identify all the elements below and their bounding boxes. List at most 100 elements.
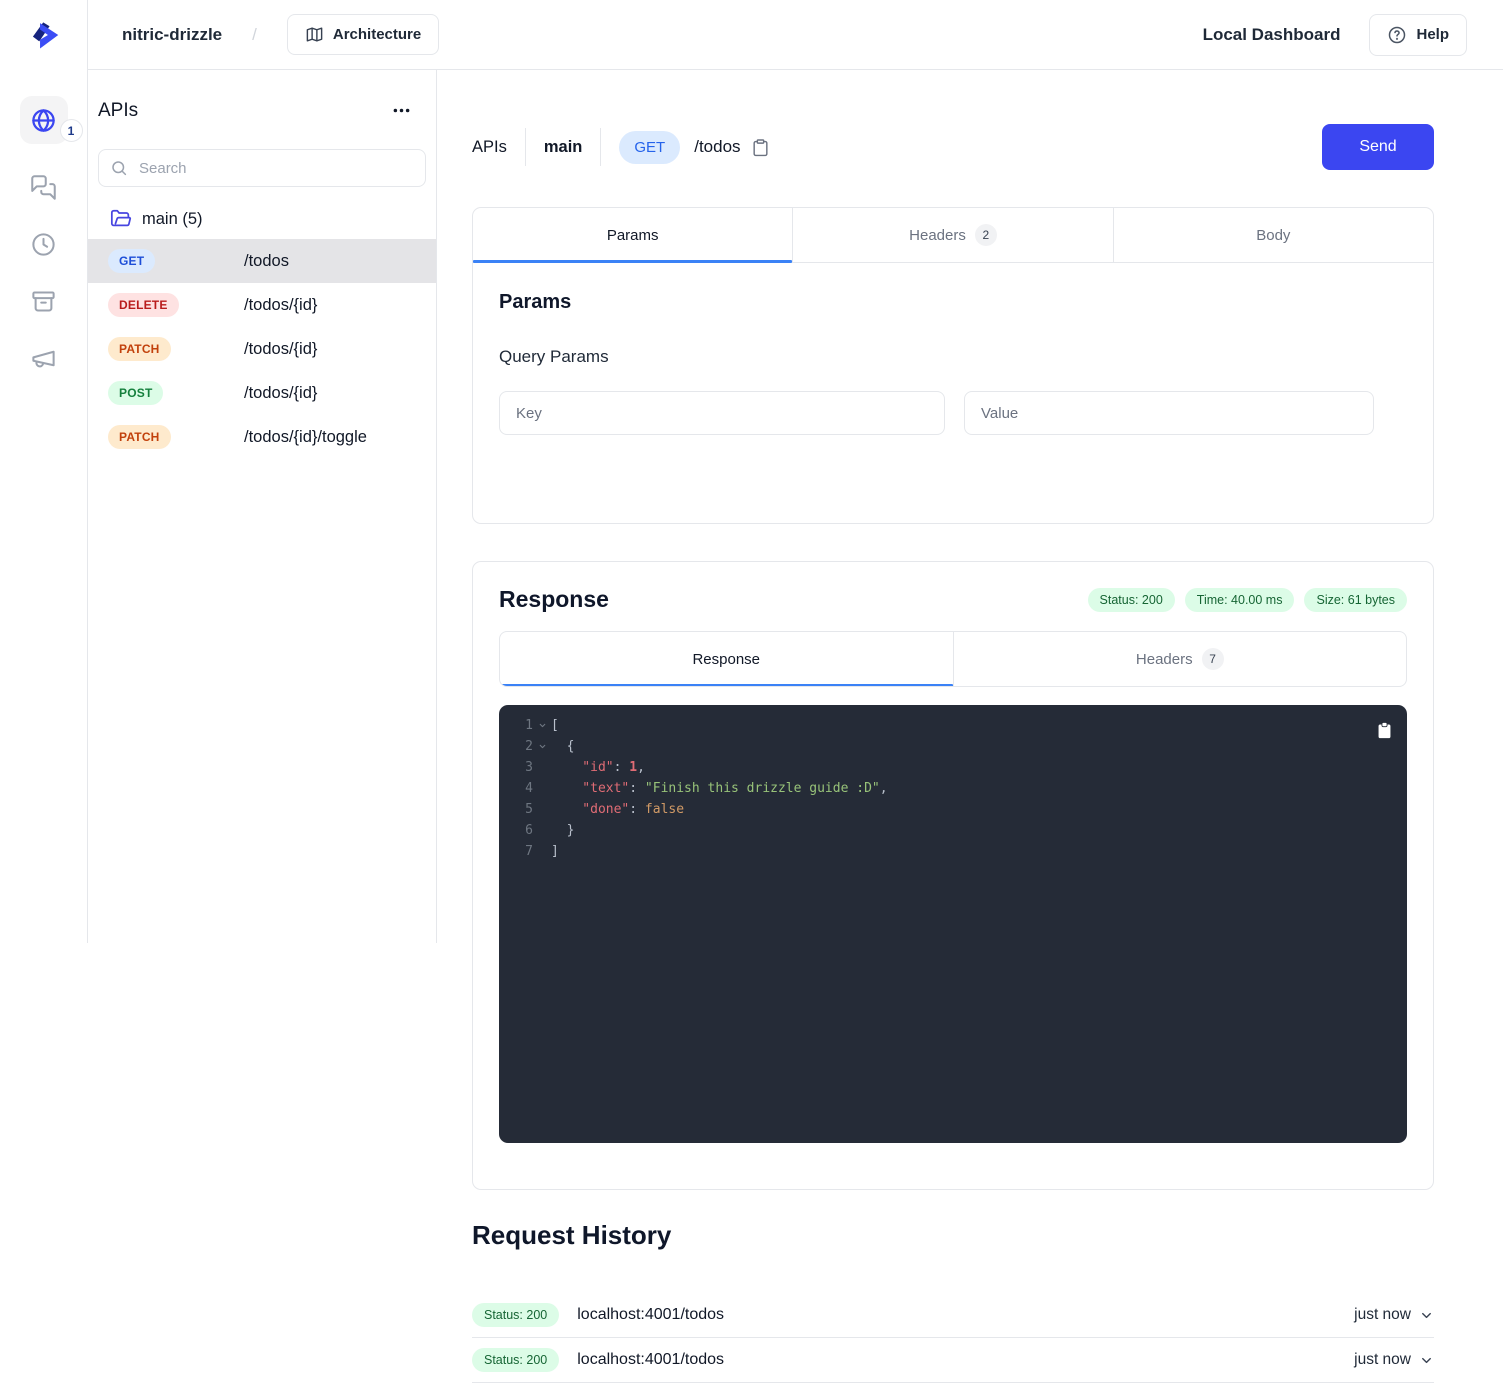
copy-response-button[interactable] — [1376, 721, 1393, 740]
rail-item-chat[interactable] — [30, 174, 57, 201]
tab-response-headers[interactable]: Headers 7 — [953, 632, 1407, 686]
endpoint-path: /todos — [244, 252, 289, 271]
tab-label: Headers — [909, 227, 966, 244]
query-key-input[interactable] — [499, 391, 945, 435]
nitric-logo — [0, 0, 87, 70]
response-heading: Response — [499, 586, 609, 613]
history-time: just now — [1354, 1351, 1411, 1369]
method-badge: GET — [108, 249, 155, 273]
method-badge: POST — [108, 381, 163, 405]
code-line: 4 "text": "Finish this drizzle guide :D"… — [499, 778, 1407, 799]
endpoint-row-patch-todos-id[interactable]: PATCH /todos/{id} — [88, 327, 436, 371]
nitric-logo-icon — [25, 16, 63, 54]
api-folder-label: main (5) — [142, 210, 203, 229]
clipboard-icon — [751, 138, 770, 157]
request-method-badge: GET — [619, 131, 680, 164]
rail-nav: 1 — [20, 96, 68, 372]
chevron-down-icon[interactable] — [1419, 1353, 1434, 1368]
api-folder-main[interactable]: main (5) — [88, 199, 436, 239]
fold-chevron-icon[interactable] — [533, 736, 551, 757]
breadcrumb-separator: / — [252, 25, 257, 45]
line-number: 4 — [511, 778, 533, 799]
response-headers-count-badge: 7 — [1202, 648, 1224, 670]
code-line: 1 [ — [499, 715, 1407, 736]
tab-label: Body — [1256, 227, 1290, 244]
request-card: Params Headers 2 Body Params Query Param… — [472, 207, 1434, 524]
divider — [600, 128, 601, 166]
line-number: 2 — [511, 736, 533, 757]
help-circle-icon — [1387, 25, 1407, 45]
history-time: just now — [1354, 1306, 1411, 1324]
request-path: /todos — [694, 137, 740, 157]
dashboard-title: Local Dashboard — [1203, 25, 1341, 45]
tab-label: Params — [607, 227, 659, 244]
endpoint-row-delete-todos-id[interactable]: DELETE /todos/{id} — [88, 283, 436, 327]
apis-panel-title: APIs — [98, 100, 138, 122]
line-number: 6 — [511, 820, 533, 841]
code-line: 7 ] — [499, 841, 1407, 862]
fold-chevron-icon[interactable] — [533, 715, 551, 736]
request-history-heading: Request History — [472, 1220, 1434, 1251]
clock-icon — [30, 231, 57, 258]
apis-panel: APIs main — [88, 70, 437, 943]
request-tabs: Params Headers 2 Body — [473, 208, 1433, 263]
method-badge: DELETE — [108, 293, 179, 317]
chevron-down-icon[interactable] — [1419, 1308, 1434, 1323]
rail-item-schedules[interactable] — [30, 231, 57, 258]
history-url: localhost:4001/todos — [577, 1306, 724, 1324]
code-line: 6 } — [499, 820, 1407, 841]
megaphone-icon — [30, 345, 57, 372]
endpoint-row-get-todos[interactable]: GET /todos — [88, 239, 436, 283]
chat-bubbles-icon — [30, 174, 57, 201]
rail-item-storage[interactable] — [30, 288, 57, 315]
code-line: 5 "done": false — [499, 799, 1407, 820]
rail-item-apis[interactable]: 1 — [20, 96, 68, 144]
architecture-button[interactable]: Architecture — [287, 14, 439, 55]
history-status-badge: Status: 200 — [472, 1303, 559, 1327]
history-status-badge: Status: 200 — [472, 1348, 559, 1372]
history-row[interactable]: Status: 200 localhost:4001/todos just no… — [472, 1338, 1434, 1383]
endpoint-row-patch-todos-id-toggle[interactable]: PATCH /todos/{id}/toggle — [88, 415, 436, 459]
history-row[interactable]: Status: 200 localhost:4001/todos just no… — [472, 1293, 1434, 1338]
tab-label: Headers — [1136, 651, 1193, 668]
query-value-input[interactable] — [964, 391, 1374, 435]
endpoint-list: GET /todos DELETE /todos/{id} PATCH /tod… — [88, 239, 436, 459]
endpoint-path: /todos/{id}/toggle — [244, 428, 367, 447]
breadcrumb-api-name: main — [544, 138, 583, 157]
send-button[interactable]: Send — [1322, 124, 1434, 170]
copy-icon — [1376, 721, 1393, 740]
tab-response[interactable]: Response — [500, 632, 953, 686]
search-icon — [110, 159, 128, 177]
code-line: 3 "id": 1, — [499, 757, 1407, 778]
copy-path-button[interactable] — [751, 138, 770, 157]
method-badge: PATCH — [108, 337, 171, 361]
endpoint-row-post-todos-id[interactable]: POST /todos/{id} — [88, 371, 436, 415]
line-number: 5 — [511, 799, 533, 820]
ellipsis-icon — [391, 100, 412, 121]
code-line: 2 { — [499, 736, 1407, 757]
project-name: nitric-drizzle — [122, 25, 222, 45]
method-badge: PATCH — [108, 425, 171, 449]
status-badge: Status: 200 — [1088, 588, 1175, 612]
line-number: 7 — [511, 841, 533, 862]
help-button[interactable]: Help — [1369, 14, 1467, 56]
time-badge: Time: 40.00 ms — [1185, 588, 1295, 612]
icon-rail: 1 — [0, 0, 88, 943]
api-count-badge: 1 — [60, 119, 83, 142]
globe-icon — [30, 107, 57, 134]
params-heading: Params — [499, 291, 1407, 314]
tab-params[interactable]: Params — [473, 208, 792, 262]
history-url: localhost:4001/todos — [577, 1351, 724, 1369]
search-input[interactable] — [98, 149, 426, 187]
response-card: Response Status: 200 Time: 40.00 ms Size… — [472, 561, 1434, 1190]
help-label: Help — [1416, 26, 1449, 43]
endpoint-path: /todos/{id} — [244, 296, 317, 315]
main-content: APIs main GET /todos Send — [437, 70, 1503, 1383]
line-number: 3 — [511, 757, 533, 778]
rail-item-topics[interactable] — [30, 345, 57, 372]
tab-body[interactable]: Body — [1113, 208, 1433, 262]
apis-menu-button[interactable] — [387, 96, 416, 125]
archive-icon — [30, 288, 57, 315]
topbar: nitric-drizzle / Architecture Local Dash… — [88, 0, 1503, 70]
tab-headers[interactable]: Headers 2 — [792, 208, 1112, 262]
